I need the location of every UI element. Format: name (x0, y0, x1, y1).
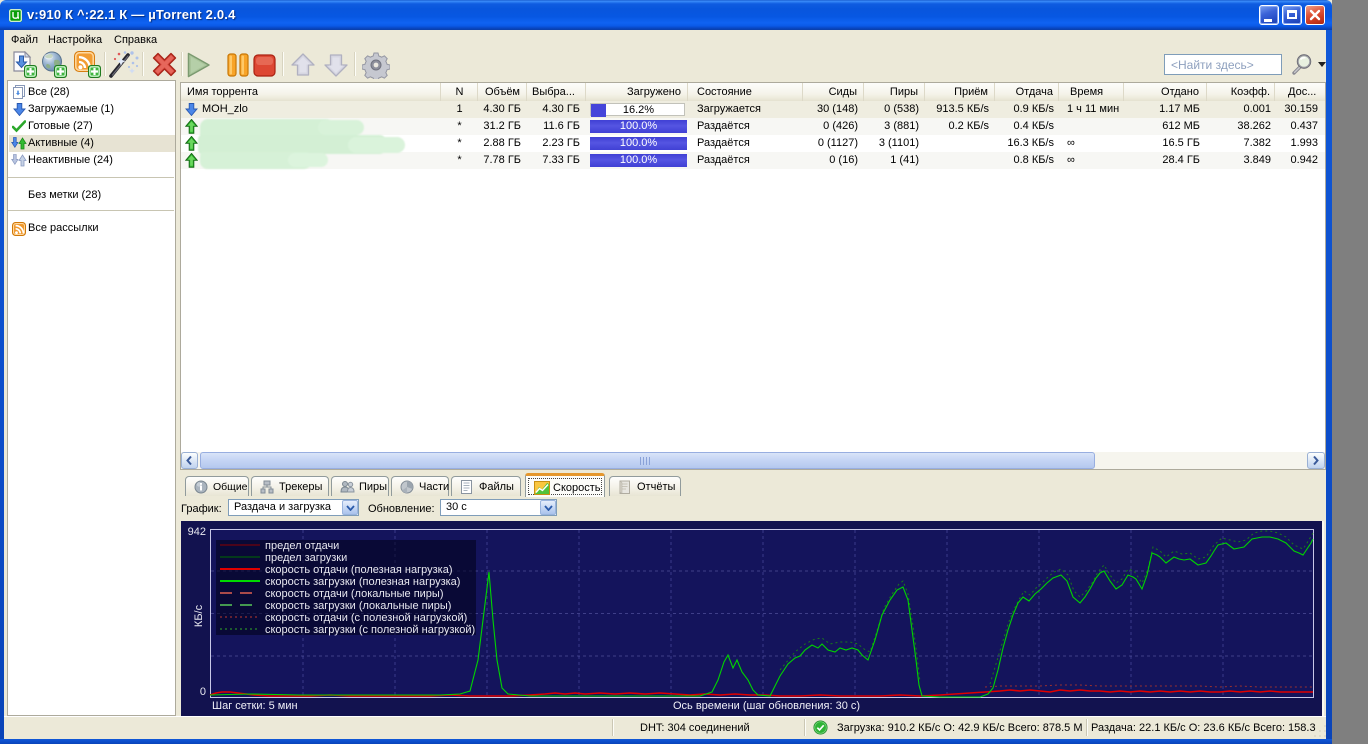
svg-text:предел загрузки: предел загрузки (265, 552, 347, 564)
svg-text:скорость загрузки (с полезной: скорость загрузки (с полезной нагрузкой) (265, 624, 475, 636)
svg-text:скорость загрузки (полезная на: скорость загрузки (полезная нагрузка) (265, 576, 460, 588)
svg-text:КБ/с: КБ/с (193, 604, 205, 627)
svg-text:предел отдачи: предел отдачи (265, 540, 339, 552)
svg-text:Шаг сетки: 5 мин: Шаг сетки: 5 мин (212, 700, 298, 712)
svg-text:скорость загрузки (локальные п: скорость загрузки (локальные пиры) (265, 600, 451, 612)
svg-text:Ось времени (шаг обновления: 3: Ось времени (шаг обновления: 30 с) (673, 700, 860, 712)
svg-text:скорость отдачи (полезная нагр: скорость отдачи (полезная нагрузка) (265, 564, 453, 576)
svg-text:942: 942 (188, 526, 206, 538)
svg-text:скорость отдачи (локальные пир: скорость отдачи (локальные пиры) (265, 588, 443, 600)
svg-text:0: 0 (200, 686, 206, 698)
svg-text:скорость отдачи (с полезной на: скорость отдачи (с полезной нагрузкой) (265, 612, 467, 624)
